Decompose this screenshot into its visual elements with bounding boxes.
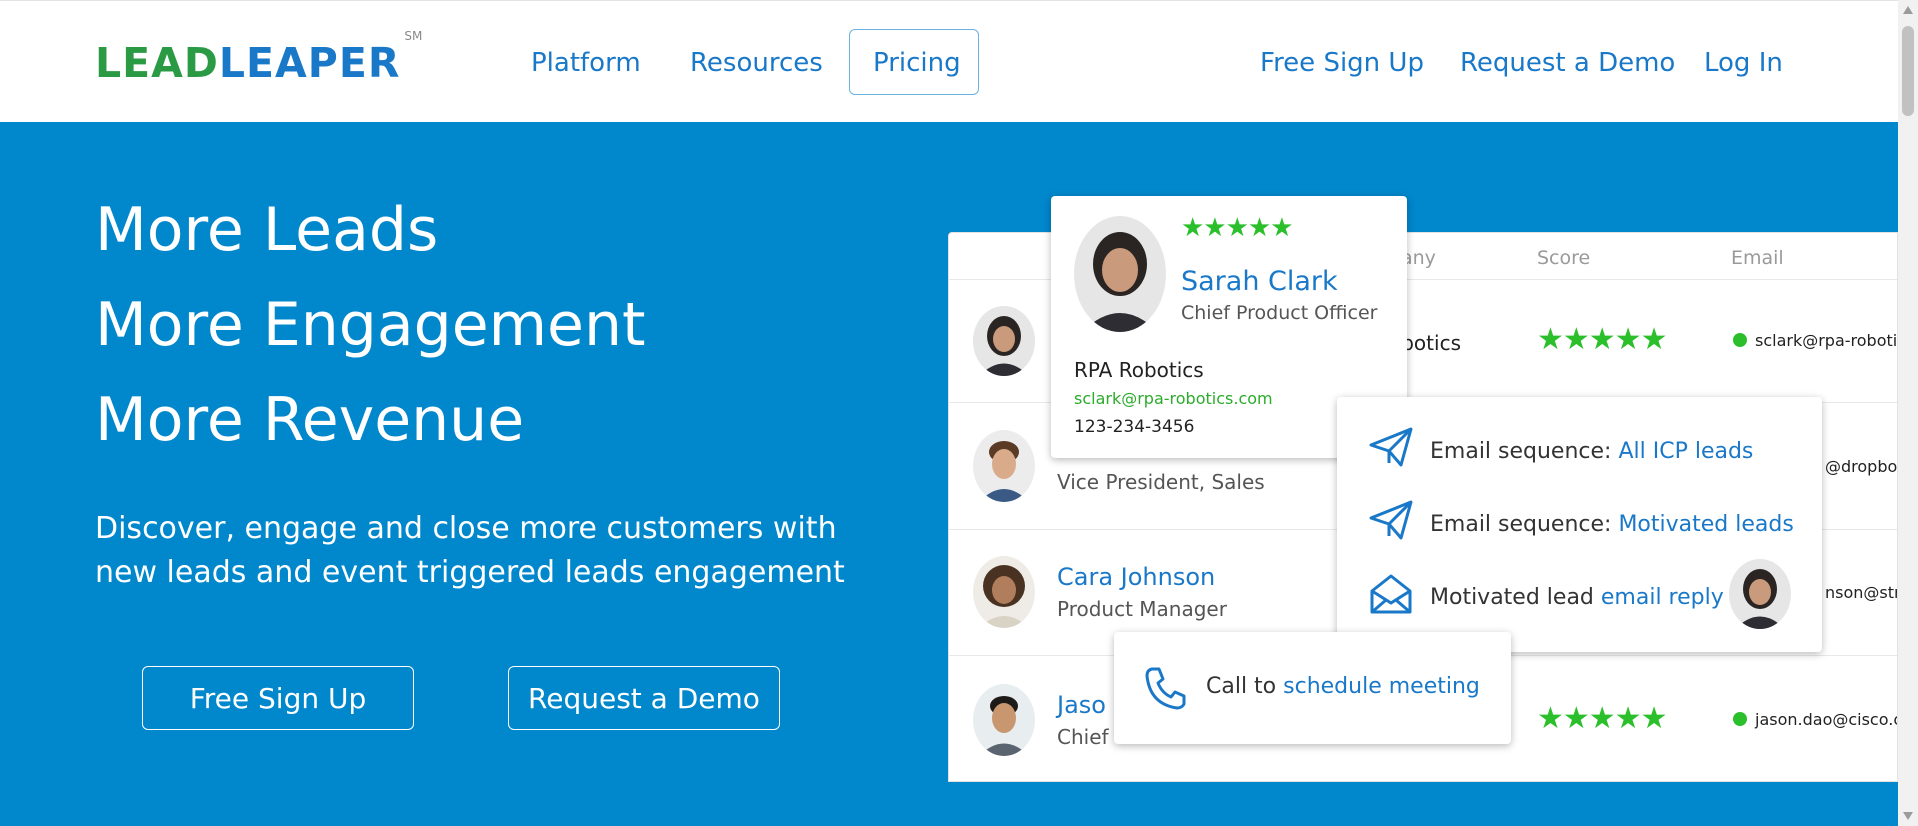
email-cell[interactable]: jason.dao@cisco.c	[1733, 710, 1897, 729]
profile-name[interactable]: Sarah Clark	[1181, 266, 1338, 297]
status-dot	[1733, 333, 1747, 347]
leadleaper-logo[interactable]: LEADLEAPERSM	[95, 29, 422, 87]
nav-request-demo[interactable]: Request a Demo	[1460, 48, 1675, 78]
score-stars: ★★★★★	[1537, 702, 1667, 735]
nav-pricing[interactable]: Pricing	[873, 48, 961, 78]
avatar	[973, 556, 1035, 628]
sequence-link-email-reply[interactable]: email reply	[1601, 585, 1724, 610]
lead-name[interactable]: Cara Johnson	[1057, 563, 1215, 591]
avatar	[973, 430, 1035, 502]
title-cell: Product Manager	[1057, 597, 1227, 621]
paper-plane-icon	[1369, 500, 1413, 545]
profile-company: RPA Robotics	[1074, 358, 1204, 382]
site-header: LEADLEAPERSM Platform Resources Pricing …	[0, 0, 1898, 122]
title-cell: Vice President, Sales	[1057, 470, 1265, 494]
hero-line-leads: More Leads	[95, 195, 439, 265]
phone-icon	[1144, 666, 1186, 715]
email-cell[interactable]: nson@stri	[1825, 583, 1897, 602]
nav-log-in[interactable]: Log In	[1704, 48, 1783, 78]
reply-avatar	[1729, 559, 1791, 629]
hero-line-revenue: More Revenue	[95, 385, 525, 455]
scroll-thumb[interactable]	[1902, 26, 1914, 116]
header-email: Email	[1731, 247, 1784, 269]
paper-plane-icon	[1369, 427, 1413, 472]
status-dot	[1733, 712, 1747, 726]
avatar	[973, 684, 1035, 756]
title-cell: Chief	[1057, 725, 1109, 749]
avatar	[973, 306, 1035, 376]
hero-request-demo-button[interactable]: Request a Demo	[508, 666, 780, 730]
profile-rating-stars: ★★★★★	[1181, 212, 1294, 242]
call-text: Call to schedule meeting	[1206, 674, 1480, 699]
profile-email[interactable]: sclark@rpa-robotics.com	[1074, 389, 1273, 408]
call-card: Call to schedule meeting	[1114, 632, 1511, 744]
email-cell[interactable]: sclark@rpa-roboti	[1733, 331, 1897, 350]
hero-line-engagement: More Engagement	[95, 290, 646, 360]
sequence-link-all-icp[interactable]: All ICP leads	[1618, 439, 1753, 464]
profile-avatar	[1074, 216, 1166, 332]
hero-free-sign-up-button[interactable]: Free Sign Up	[142, 666, 414, 730]
nav-resources[interactable]: Resources	[690, 48, 823, 78]
hero-subtitle: Discover, engage and close more customer…	[95, 511, 845, 590]
profile-phone: 123-234-3456	[1074, 417, 1195, 437]
call-link-schedule-meeting[interactable]: schedule meeting	[1283, 674, 1480, 699]
sequence-item: Email sequence: Motivated leads	[1430, 512, 1794, 537]
email-cell[interactable]: @dropbo	[1825, 457, 1897, 476]
engagement-sequence-card: Email sequence: All ICP leads Email sequ…	[1337, 397, 1822, 652]
page-scrollbar[interactable]	[1898, 0, 1918, 826]
sequence-item: Email sequence: All ICP leads	[1430, 439, 1754, 464]
lead-name[interactable]: Jaso	[1057, 691, 1106, 719]
sequence-item: Motivated lead email reply	[1430, 585, 1724, 610]
sequence-link-motivated[interactable]: Motivated leads	[1618, 512, 1793, 537]
scroll-up-icon[interactable]	[1903, 6, 1913, 14]
score-stars: ★★★★★	[1537, 323, 1667, 356]
open-envelope-icon	[1369, 573, 1413, 620]
nav-platform[interactable]: Platform	[531, 48, 641, 78]
scroll-down-icon[interactable]	[1903, 812, 1913, 820]
profile-title: Chief Product Officer	[1181, 302, 1378, 324]
header-score: Score	[1537, 247, 1591, 269]
nav-free-sign-up[interactable]: Free Sign Up	[1260, 48, 1424, 78]
